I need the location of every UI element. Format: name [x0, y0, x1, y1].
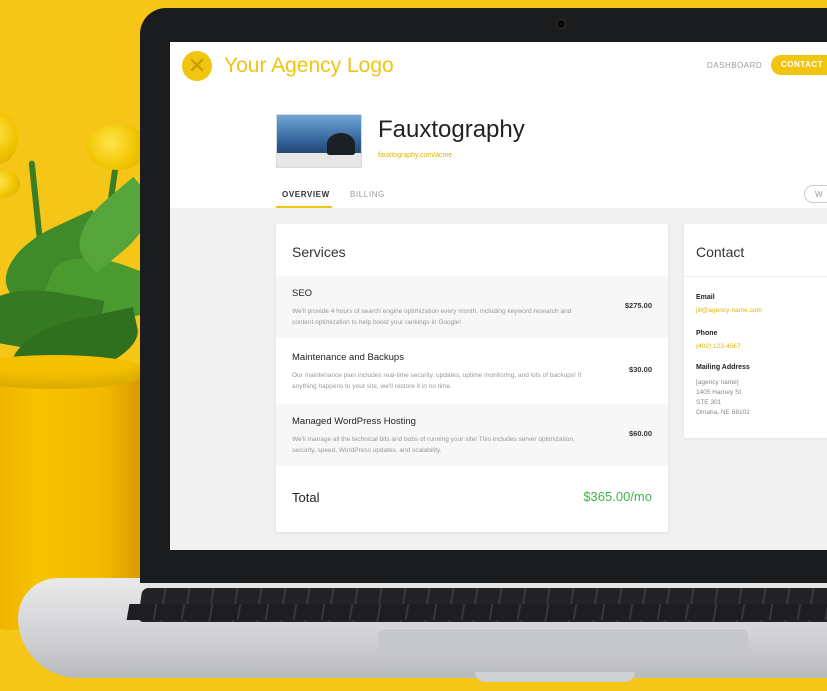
service-price: $60.00 [629, 429, 652, 438]
service-name: Maintenance and Backups [292, 352, 404, 363]
flower [86, 124, 148, 170]
address-line: Omaha, NE 68102 [696, 409, 750, 416]
tab-overview[interactable]: OVERVIEW [282, 190, 330, 199]
service-row: Maintenance and Backups Our maintenance … [276, 340, 668, 402]
flower [0, 170, 20, 198]
email-label: Email [696, 294, 715, 301]
service-row: Managed WordPress Hosting We'll manage a… [276, 404, 668, 466]
nav-dashboard-link[interactable]: DASHBOARD [707, 61, 762, 70]
site-name: Fauxtography [378, 116, 525, 143]
flower [0, 112, 18, 164]
total-value: $365.00/mo [583, 489, 652, 504]
tab-billing[interactable]: BILLING [350, 190, 385, 199]
site-thumbnail [276, 114, 362, 168]
camera-icon [557, 20, 565, 28]
service-description: We'll provide 4 hours of search engine o… [292, 308, 572, 326]
service-description: We'll manage all the technical bits and … [292, 436, 575, 454]
site-profile: Fauxtography fauxtography.com/acme OVERV… [170, 90, 827, 208]
laptop-trackpad [378, 628, 748, 658]
service-name: SEO [292, 288, 313, 299]
service-price: $275.00 [624, 301, 652, 310]
contact-button[interactable]: CONTACT [771, 55, 827, 75]
phone-label: Phone [696, 330, 718, 337]
services-card: Services SEO We'll provide 4 hours of se… [276, 224, 668, 532]
services-title: Services [292, 244, 346, 260]
thumbnail-ground [277, 153, 361, 167]
email-link[interactable]: jill@agency-name.com [696, 307, 762, 314]
service-price: $30.00 [629, 365, 652, 374]
site-url-link[interactable]: fauxtography.com/acme [378, 152, 452, 159]
thumbnail-rock [327, 133, 355, 155]
active-tab-indicator [276, 206, 332, 208]
laptop-screen: ✕ Your Agency Logo DASHBOARD CONTACT Fau… [170, 42, 827, 550]
mailing-address-label: Mailing Address [696, 364, 750, 371]
total-label: Total [292, 490, 320, 505]
top-bar: ✕ Your Agency Logo DASHBOARD CONTACT [170, 42, 827, 91]
logo-text[interactable]: Your Agency Logo [224, 54, 394, 78]
contact-divider [684, 276, 827, 277]
contact-title: Contact [696, 244, 745, 260]
service-row: SEO We'll provide 4 hours of search engi… [276, 276, 668, 338]
pill-button[interactable]: W [804, 185, 827, 203]
laptop-keyboard-row [126, 604, 827, 620]
laptop-front-notch [475, 672, 635, 682]
phone-link[interactable]: (402) 123-4567 [696, 343, 740, 350]
address-line: 1405 Harney St [696, 389, 742, 396]
service-name: Managed WordPress Hosting [292, 416, 416, 427]
address-line: STE 301 [696, 399, 722, 406]
logo-icon[interactable]: ✕ [182, 51, 212, 81]
service-description: Our maintenance plan includes real-time … [292, 372, 582, 390]
address-line: [agency name] [696, 379, 739, 386]
contact-card: Contact Email jill@agency-name.com Phone… [684, 224, 827, 438]
